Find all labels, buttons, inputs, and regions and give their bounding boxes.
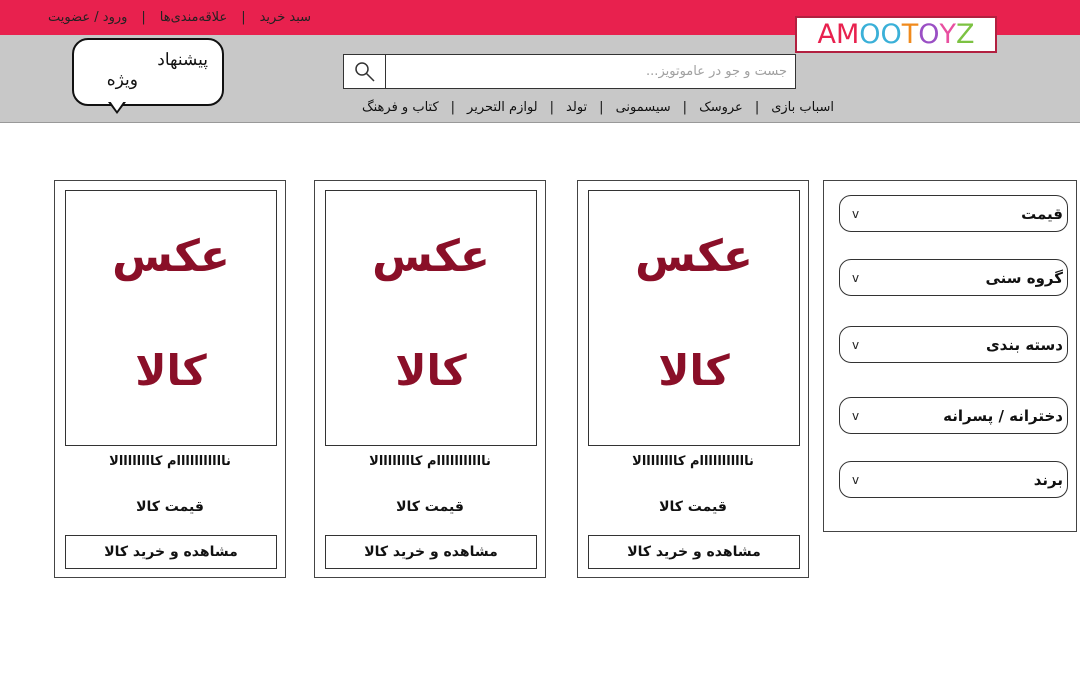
product-price: قیمت کالا	[136, 499, 204, 515]
search-input[interactable]	[386, 55, 795, 88]
category-nav: اسباب بازی | عروسک | سیسمونی | تولد | لو…	[306, 97, 834, 117]
favorites-link[interactable]: علاقه‌مندی‌ها	[160, 10, 227, 25]
category-dolls[interactable]: عروسک	[699, 100, 743, 115]
cart-link[interactable]: سبد خرید	[260, 10, 311, 25]
product-image-text: عکس	[112, 231, 230, 282]
view-and-buy-button[interactable]: مشاهده و خرید کالا	[588, 535, 800, 569]
product-price: قیمت کالا	[659, 499, 727, 515]
filter-category[interactable]: v دسته بندی	[839, 326, 1068, 363]
logo-letter: Y	[939, 19, 957, 50]
product-card: عکس کالا نااااااااااام کاااااااالا قیمت …	[577, 180, 809, 578]
logo-letter: A	[817, 19, 836, 50]
speech-bubble-tail-fill	[110, 101, 124, 111]
chevron-down-icon: v	[852, 472, 860, 487]
logo-letter: O	[880, 19, 902, 50]
search-bar	[343, 54, 796, 89]
product-image-text: کالا	[135, 346, 207, 395]
filter-label: دسته بندی	[985, 335, 1063, 354]
filter-label: برند	[1033, 470, 1063, 489]
filter-label: قیمت	[1021, 204, 1063, 223]
product-image-text: عکس	[372, 231, 490, 282]
filter-label: دخترانه / پسرانه	[943, 406, 1063, 425]
chevron-down-icon: v	[852, 206, 860, 221]
filter-panel: v قیمت v گروه سنی v دسته بندی v دخترانه …	[823, 180, 1077, 532]
logo-letter: O	[859, 19, 881, 50]
search-button[interactable]	[344, 55, 386, 88]
product-image-text: عکس	[635, 231, 753, 282]
product-price: قیمت کالا	[396, 499, 464, 515]
divider: |	[754, 99, 760, 115]
special-offer-button[interactable]: پیشنهاد ویژه	[72, 38, 224, 106]
divider: |	[599, 99, 604, 115]
divider: |	[450, 99, 456, 115]
logo-letter: T	[901, 19, 919, 50]
filter-label: گروه سنی	[985, 268, 1063, 287]
category-toys[interactable]: اسباب بازی	[771, 100, 834, 115]
divider: |	[682, 99, 688, 115]
product-card: عکس کالا نااااااااااام کاااااااالا قیمت …	[54, 180, 286, 578]
filter-age-group[interactable]: v گروه سنی	[839, 259, 1068, 296]
chevron-down-icon: v	[852, 270, 860, 285]
login-link[interactable]: ورود / عضویت	[48, 10, 127, 25]
product-image-text: کالا	[658, 346, 730, 395]
special-offer-line1: پیشنهاد	[157, 50, 208, 70]
product-image[interactable]: عکس کالا	[588, 190, 800, 446]
product-image[interactable]: عکس کالا	[65, 190, 277, 446]
search-icon	[354, 61, 375, 82]
top-links: سبد خرید | علاقه‌مندی‌ها | ورود / عضویت	[48, 7, 311, 27]
divider: |	[141, 9, 146, 25]
product-card: عکس کالا نااااااااااام کاااااااالا قیمت …	[314, 180, 546, 578]
product-name: نااااااااااام کاااااااالا	[369, 454, 491, 469]
view-and-buy-button[interactable]: مشاهده و خرید کالا	[325, 535, 537, 569]
chevron-down-icon: v	[852, 337, 860, 352]
special-offer-label: پیشنهاد ویژه	[78, 50, 208, 90]
category-stationery[interactable]: لوازم التحریر	[467, 100, 538, 115]
product-image-text: کالا	[395, 346, 467, 395]
chevron-down-icon: v	[852, 408, 860, 423]
special-offer-line2: ویژه	[106, 70, 138, 90]
filter-brand[interactable]: v برند	[839, 461, 1068, 498]
filter-price[interactable]: v قیمت	[839, 195, 1068, 232]
divider: |	[241, 9, 246, 25]
product-image[interactable]: عکس کالا	[325, 190, 537, 446]
product-name: نااااااااااام کاااااااالا	[109, 454, 231, 469]
category-books[interactable]: کتاب و فرهنگ	[362, 100, 439, 115]
category-birthday[interactable]: تولد	[566, 100, 587, 115]
divider: |	[549, 99, 555, 115]
category-baby[interactable]: سیسمونی	[616, 100, 671, 115]
product-name: نااااااااااام کاااااااالا	[632, 454, 754, 469]
logo-letter: O	[918, 19, 940, 50]
filter-gender[interactable]: v دخترانه / پسرانه	[839, 397, 1068, 434]
logo[interactable]: A M O O T O Y Z	[795, 16, 997, 53]
logo-letter: M	[835, 19, 860, 50]
logo-letter: Z	[956, 19, 975, 50]
view-and-buy-button[interactable]: مشاهده و خرید کالا	[65, 535, 277, 569]
